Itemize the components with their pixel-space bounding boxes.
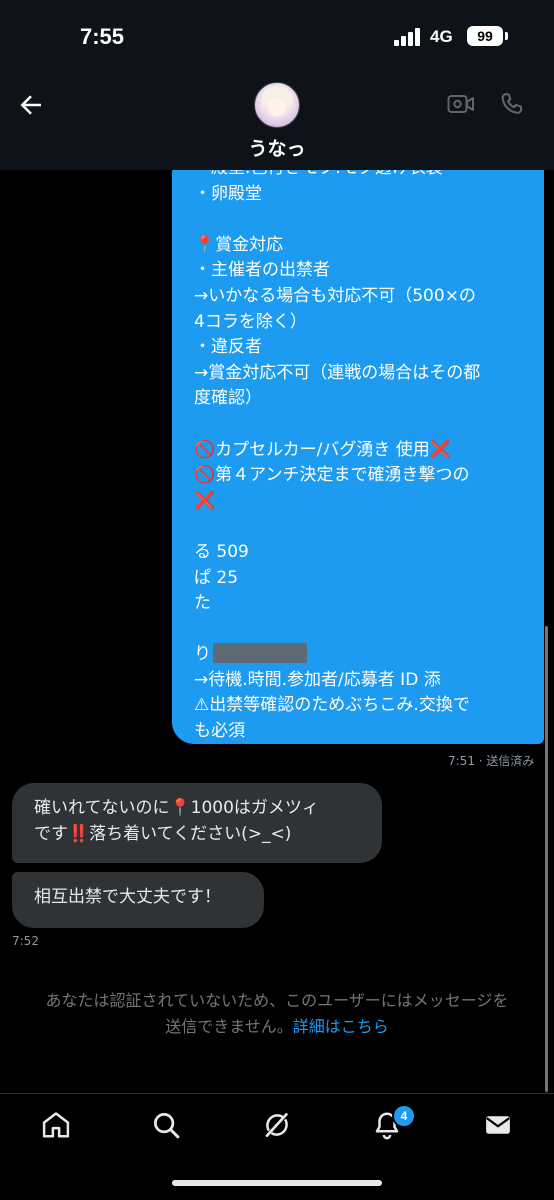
received-message-bubble[interactable]: 相互出禁で大丈夫です！ [12,872,264,928]
redacted-block [213,643,307,664]
message-line: ぱ 25 [194,567,239,588]
message-line: ❌ [194,489,528,515]
sent-message-status: 7:51 · 送信済み [448,754,535,768]
message-line: ・主催者の出禁者 [194,260,330,281]
message-line: 相互出禁で大丈夫です！ [34,887,221,907]
message-text: り [194,644,211,665]
avatar[interactable] [254,82,300,128]
notice-line: あなたは認証されていないため、このユーザーにはメッセージを [45,991,509,1010]
message-line: →賞金対応不可（連戦の場合はその都 [194,362,481,383]
message-line [194,412,528,438]
notification-badge[interactable]: 4 [392,1104,416,1128]
message-line: た [194,593,211,614]
search-icon[interactable] [151,1110,181,1140]
message-line: 🚫カプセルカー/バグ湧き 使用❌ [194,438,528,464]
battery-tip [505,32,508,40]
battery-level: 99 [467,26,503,46]
status-time: 7:55 [80,24,125,49]
sent-message-bubble[interactable]: ・殿堂.色付きモク.モク透け衣装 ・卵殿堂 📍賞金対応 ・主催者の出禁者 →いか… [172,150,544,744]
message-line: 確いれてないのに📍1000はガメツィ [34,798,319,818]
home-icon[interactable] [41,1110,71,1140]
notice-text: 送信できません。 [165,1017,293,1036]
video-camera-icon[interactable] [447,92,475,116]
message-line: →待機.時間.参加者/応募者 ID 添 [194,669,441,690]
status-bar: 7:55 4G 99 [0,0,554,78]
cannot-send-notice: あなたは認証されていないため、このユーザーにはメッセージを 送信できません。詳細… [0,988,554,1040]
received-message-bubble[interactable]: 確いれてないのに📍1000はガメツィ です‼️落ち着いてください(>_<) [12,783,382,863]
cross-mark-icon: ❌ [194,490,216,511]
messages-icon[interactable] [483,1110,513,1140]
message-line: ⚠出禁等確認のためぶちこみ.交換で [194,695,470,716]
avatar-face [268,98,286,116]
learn-more-link[interactable]: 詳細はこちら [293,1017,389,1036]
phone-icon[interactable] [498,90,526,118]
dm-conversation-screen: 7:55 4G 99 うなっ ・殿堂.色付きモク.モク透け衣装 [0,0,554,1200]
back-arrow-icon[interactable] [16,90,46,120]
contact-name[interactable]: うなっ [0,134,554,161]
message-line: →いかなる場合も対応不可（500×の [194,285,476,306]
notice-line: 送信できません。詳細はこちら [0,1014,554,1040]
message-line [194,514,528,540]
message-line: る 509 [194,541,249,562]
cellular-signal-icon [394,28,422,46]
message-line [194,207,528,233]
message-line: 🚫第４アンチ決定まで確湧き撃つの [194,465,470,486]
message-line: 📍賞金対応 [194,234,284,255]
message-text: 🚫カプセルカー/バグ湧き 使用 [194,439,430,460]
message-line: 度確認） [194,388,262,409]
conversation-header: うなっ [0,78,554,170]
network-type: 4G [430,27,453,46]
message-line: 4コラを除く） [194,311,307,332]
message-line: ・違反者 [194,337,262,358]
message-line: ・卵殿堂 [194,183,262,204]
scrollbar[interactable] [545,626,548,1092]
message-line: り [194,642,528,668]
home-indicator[interactable] [172,1180,382,1186]
cross-mark-icon: ❌ [429,439,451,460]
message-line: です‼️落ち着いてください(>_<) [34,824,292,844]
received-message-time: 7:52 [12,934,39,948]
grok-icon[interactable] [262,1110,292,1140]
message-line [194,617,528,643]
message-line: も必須 [194,721,245,742]
